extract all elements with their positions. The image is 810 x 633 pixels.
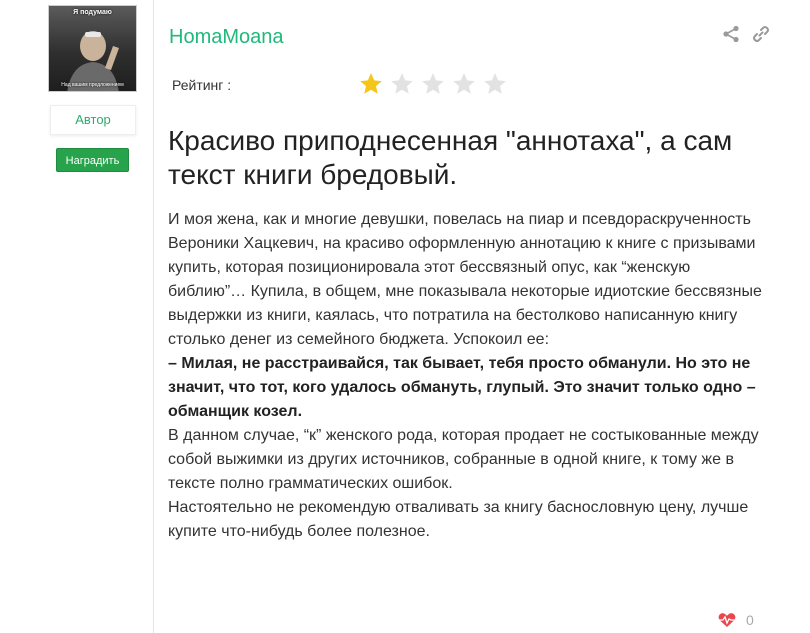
- star-empty-icon[interactable]: [420, 71, 446, 97]
- star-empty-icon[interactable]: [451, 71, 477, 97]
- review-title: Красиво приподнесенная "аннотаха", а сам…: [168, 125, 733, 190]
- avatar-figure: [67, 31, 119, 91]
- avatar-caption-top: Я подумаю: [73, 9, 112, 16]
- star-empty-icon[interactable]: [482, 71, 508, 97]
- review-paragraph: В данном случае, “к” женского рода, кото…: [168, 427, 759, 492]
- star-empty-icon[interactable]: [389, 71, 415, 97]
- avatar-caption-bottom: Над вашим предложением: [61, 82, 124, 88]
- author-badge: Автор: [50, 105, 136, 135]
- username-link[interactable]: HomaMoana: [169, 26, 284, 49]
- review-paragraph-bold: – Милая, не расстраивайся, так бывает, т…: [168, 355, 756, 420]
- like-control[interactable]: 0: [718, 612, 754, 628]
- reward-button[interactable]: Наградить: [56, 148, 129, 172]
- rating-stars[interactable]: [358, 71, 508, 97]
- author-sidebar: Я подумаю Над вашим предложением Автор Н…: [0, 0, 150, 633]
- link-icon[interactable]: [752, 25, 770, 43]
- heart-pulse-icon[interactable]: [718, 612, 736, 628]
- review-body: И моя жена, как и многие девушки, повела…: [168, 208, 768, 544]
- review-paragraph: Настоятельно не рекомендую отваливать за…: [168, 499, 749, 540]
- avatar[interactable]: Я подумаю Над вашим предложением: [48, 5, 137, 92]
- rating-label: Рейтинг :: [172, 77, 232, 93]
- review-paragraph: И моя жена, как и многие девушки, повела…: [168, 211, 762, 348]
- share-icon[interactable]: [722, 25, 740, 43]
- divider: [153, 0, 154, 633]
- like-count: 0: [746, 612, 754, 628]
- star-filled-icon[interactable]: [358, 71, 384, 97]
